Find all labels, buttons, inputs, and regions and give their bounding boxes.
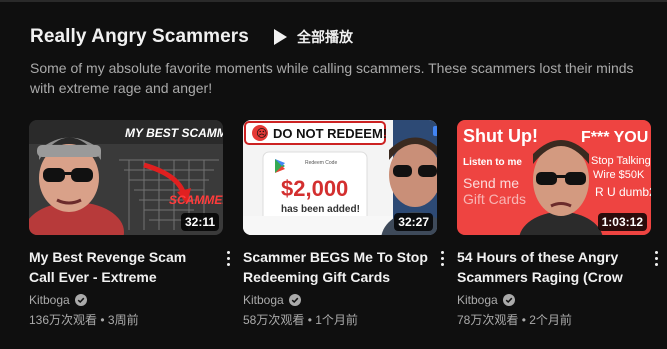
thumb-text-redeem: Redeem Code	[305, 160, 337, 166]
upload-age: 3周前	[107, 313, 139, 327]
shelf-header: Really Angry Scammers 全部播放	[30, 26, 353, 48]
separator: •	[100, 313, 105, 327]
separator: •	[307, 313, 312, 327]
video-card-3[interactable]: Shut Up! F*** YOU Listen to me Stop Talk…	[457, 120, 667, 328]
view-count: 78万次观看	[457, 313, 519, 327]
separator: •	[521, 313, 526, 327]
video-title[interactable]: My Best Revenge Scam Call Ever - Extreme…	[29, 247, 215, 287]
channel-name[interactable]: Kitboga	[243, 293, 284, 307]
thumb-text-added: has been added!	[281, 204, 360, 215]
verified-check-icon	[288, 294, 301, 306]
channel-row: Kitboga	[457, 293, 657, 307]
video-duration: 1:03:12	[597, 213, 647, 231]
upload-age: 1个月前	[315, 313, 358, 327]
video-thumbnail[interactable]: Shut Up! F*** YOU Listen to me Stop Talk…	[457, 120, 651, 235]
video-meta: 54 Hours of these Angry Scammers Raging …	[457, 247, 658, 328]
play-icon	[273, 29, 287, 45]
video-meta: Scammer BEGS Me To Stop Redeeming Gift C…	[243, 247, 444, 328]
video-card-1[interactable]: MY BEST SCAMMER REVENGE SCAMMER 32:11 My…	[29, 120, 243, 328]
shelf-description: Some of my absolute favorite moments whi…	[30, 60, 634, 96]
play-all-label: 全部播放	[296, 29, 353, 45]
thumb-text-listen: Listen to me	[463, 157, 522, 168]
thumb-text-wire: Wire $50K	[593, 169, 645, 181]
video-stats: 58万次观看 • 1个月前	[243, 311, 443, 328]
verified-check-icon	[502, 294, 515, 306]
channel-row: Kitboga	[243, 293, 443, 307]
top-divider	[0, 0, 667, 2]
thumb-text-f-you: F*** YOU	[581, 129, 648, 146]
thumb-text-send: Send me	[463, 175, 519, 191]
play-all-button[interactable]: 全部播放	[273, 27, 353, 47]
upload-age: 2个月前	[529, 313, 572, 327]
video-stats: 136万次观看 • 3周前	[29, 311, 229, 328]
video-card-2[interactable]: ☹ DO NOT REDEEM! Redeem Code $2,000 has …	[243, 120, 457, 328]
video-thumbnail[interactable]: MY BEST SCAMMER REVENGE SCAMMER 32:11	[29, 120, 223, 235]
thumb-text-scammer: SCAMMER	[169, 193, 223, 207]
channel-name[interactable]: Kitboga	[29, 293, 70, 307]
thumb-text-stop: Stop Talking	[591, 155, 651, 167]
view-count: 136万次观看	[29, 313, 98, 327]
video-title[interactable]: 54 Hours of these Angry Scammers Raging …	[457, 247, 643, 287]
thumb-text-amount: $2,000	[281, 176, 348, 201]
thumb-text-dumb: R U dumb2	[595, 185, 651, 199]
thumb-text-warning: DO NOT REDEEM!	[273, 126, 387, 141]
more-actions-button[interactable]	[435, 247, 449, 269]
view-count: 58万次观看	[243, 313, 305, 327]
video-duration: 32:11	[180, 213, 219, 231]
thumb-text-shut-up: Shut Up!	[463, 126, 538, 146]
thumb-text-giftcards: Gift Cards	[463, 191, 526, 207]
video-title[interactable]: Scammer BEGS Me To Stop Redeeming Gift C…	[243, 247, 429, 287]
verified-check-icon	[74, 294, 87, 306]
channel-name[interactable]: Kitboga	[457, 293, 498, 307]
thumb-text-headline: MY BEST SCAMMER REVENGE	[125, 126, 223, 140]
more-actions-button[interactable]	[221, 247, 235, 269]
video-stats: 78万次观看 • 2个月前	[457, 311, 657, 328]
video-meta: My Best Revenge Scam Call Ever - Extreme…	[29, 247, 230, 328]
more-actions-button[interactable]	[649, 247, 663, 269]
svg-text:☹: ☹	[256, 128, 267, 140]
video-thumbnail[interactable]: ☹ DO NOT REDEEM! Redeem Code $2,000 has …	[243, 120, 437, 235]
channel-row: Kitboga	[29, 293, 229, 307]
video-duration: 32:27	[394, 213, 433, 231]
shelf-title[interactable]: Really Angry Scammers	[30, 26, 249, 48]
